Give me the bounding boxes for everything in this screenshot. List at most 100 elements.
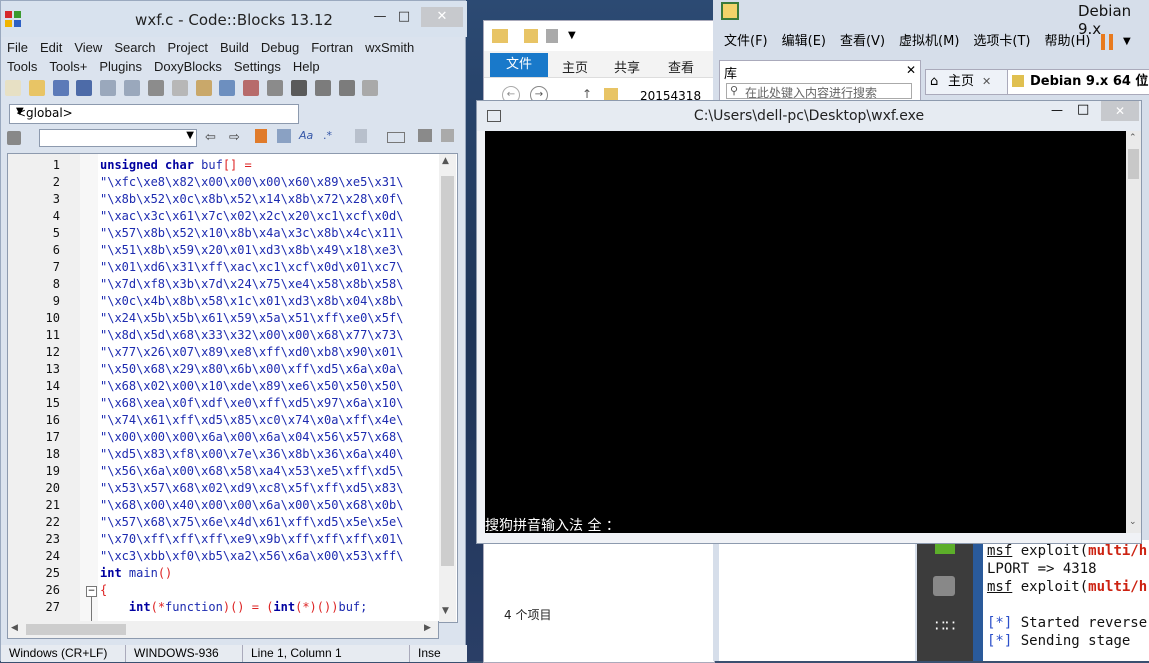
minimize-button[interactable]: — — [367, 7, 393, 27]
build-and-run-icon[interactable] — [314, 80, 331, 96]
envelope-icon[interactable] — [418, 129, 432, 142]
menu-debug[interactable]: Debug — [255, 38, 305, 57]
ribbon-file-tab[interactable]: 文件 — [490, 53, 548, 77]
save-icon[interactable] — [52, 80, 69, 96]
scroll-down-icon[interactable]: ⌄ — [1129, 517, 1137, 527]
menu-doxyblocks[interactable]: DoxyBlocks — [148, 57, 228, 76]
regex-icon[interactable]: .* — [323, 129, 332, 142]
maximize-button[interactable]: □ — [1077, 102, 1089, 117]
library-list — [719, 540, 915, 661]
vm-menu-tabs[interactable]: 选项卡(T) — [966, 32, 1037, 54]
maximize-button[interactable]: □ — [391, 7, 417, 27]
code-line: "\x01\xd6\x31\xff\xac\xc1\xcf\x0d\x01\xc… — [100, 260, 404, 274]
vm-menu-edit[interactable]: 编辑(E) — [775, 32, 833, 54]
code-editor[interactable]: − ▲ ▼ 1 2 3 4 5 6 7 8 9 10 11 12 13 14 15 16 17 18 19 20 21 2… — [7, 153, 458, 623]
save-all-icon[interactable] — [76, 80, 93, 96]
pause-icon[interactable] — [1101, 34, 1115, 50]
find-icon[interactable] — [219, 80, 236, 96]
library-close-icon[interactable]: ✕ — [906, 63, 916, 77]
rebuild-icon[interactable] — [338, 80, 355, 96]
guest-terminal[interactable]: msf exploit(multi/h LPORT => 4318 msf ex… — [983, 540, 1149, 661]
close-button[interactable]: ✕ — [1101, 101, 1139, 121]
library-search-input[interactable]: 在此处键入内容进行搜索 — [726, 83, 912, 100]
horizontal-scroll-thumb[interactable] — [26, 624, 126, 635]
menu-search[interactable]: Search — [108, 38, 161, 57]
match-case-icon[interactable]: Aa — [299, 129, 313, 142]
vm-menu-file[interactable]: 文件(F) — [717, 32, 775, 54]
redo-icon[interactable] — [124, 80, 141, 96]
highlight-icon[interactable] — [255, 129, 267, 143]
console-output[interactable]: 搜狗拼音输入法 全 ： — [485, 131, 1126, 534]
up-arrow-icon[interactable]: ↑ — [582, 87, 592, 101]
scope-combo[interactable]: <global> ▼ — [9, 104, 299, 124]
vm-menu-view[interactable]: 查看(V) — [833, 32, 892, 54]
scroll-left-icon[interactable]: ◀ — [11, 623, 18, 633]
abort-icon[interactable] — [362, 80, 379, 96]
quick-access-folder-icon[interactable] — [524, 29, 538, 43]
properties-icon[interactable] — [546, 29, 558, 43]
chevron-down-icon[interactable]: ▼ — [568, 30, 576, 41]
menu-tools-plus[interactable]: Tools+ — [43, 57, 93, 76]
menu-file[interactable]: File — [1, 38, 34, 57]
console-titlebar[interactable]: C:\Users\dell-pc\Desktop\wxf.exe — □ ✕ — [477, 101, 1141, 131]
clear-icon[interactable] — [7, 131, 21, 145]
vertical-scroll-thumb[interactable] — [441, 176, 454, 566]
vm-menu-vm[interactable]: 虚拟机(M) — [892, 32, 966, 54]
forward-arrow-icon[interactable]: ⇨ — [229, 130, 240, 145]
tab-close-icon[interactable]: ✕ — [982, 70, 991, 94]
back-arrow-icon[interactable]: ⇦ — [205, 130, 216, 145]
console-scroll-thumb[interactable] — [1128, 149, 1139, 179]
paste-icon[interactable] — [195, 80, 212, 96]
vm-menu-help[interactable]: 帮助(H) — [1038, 32, 1098, 54]
close-button[interactable]: ✕ — [421, 7, 463, 27]
menu-edit[interactable]: Edit — [34, 38, 68, 57]
menu-build[interactable]: Build — [214, 38, 255, 57]
copy-icon[interactable] — [171, 80, 188, 96]
menu-tools[interactable]: Tools — [1, 57, 43, 76]
cut-icon[interactable] — [147, 80, 164, 96]
chevron-down-icon[interactable]: ▼ — [1123, 36, 1131, 47]
code-line: "\x24\x5b\x5b\x61\x59\x5a\x51\xff\xe0\x5… — [100, 311, 404, 325]
ribbon-tab-share[interactable]: 共享 — [614, 57, 640, 76]
codeblocks-window: wxf.c - Code::Blocks 13.12 — □ ✕ File Ed… — [0, 0, 467, 662]
code-line: "\x68\x02\x00\x10\xde\x89\xe6\x50\x50\x5… — [100, 379, 404, 393]
line-number: 19 — [45, 464, 60, 478]
tab-home-label: 主页 — [948, 74, 975, 89]
replace-icon[interactable] — [243, 80, 260, 96]
minimize-button[interactable]: — — [1051, 103, 1063, 117]
tab-home[interactable]: ⌂ 主页 ✕ — [925, 69, 1011, 95]
tab-close-icon[interactable]: ✕ — [1139, 72, 1148, 85]
block-icon[interactable] — [387, 132, 405, 143]
ribbon-tab-view[interactable]: 查看 — [668, 57, 694, 76]
menu-settings[interactable]: Settings — [228, 57, 287, 76]
build-gear-icon[interactable] — [267, 80, 284, 96]
fold-toggle-icon[interactable]: − — [86, 586, 97, 597]
files-icon[interactable] — [933, 576, 955, 596]
menu-help[interactable]: Help — [287, 57, 326, 76]
app-grid-icon[interactable]: ∷∷ — [935, 616, 955, 635]
cursor-icon[interactable] — [355, 129, 367, 143]
menu-view[interactable]: View — [68, 38, 108, 57]
menu-fortran[interactable]: Fortran — [305, 38, 359, 57]
menu-wxsmith[interactable]: wxSmith — [359, 38, 420, 57]
select-icon[interactable] — [277, 129, 291, 143]
console-scrollbar[interactable]: ⌃ ⌄ — [1126, 131, 1141, 533]
ribbon-tab-home[interactable]: 主页 — [562, 57, 588, 76]
scroll-down-icon[interactable]: ▼ — [442, 606, 449, 616]
search-text-combo[interactable]: ▼ — [39, 129, 197, 147]
codeblocks-titlebar[interactable]: wxf.c - Code::Blocks 13.12 — □ ✕ — [1, 1, 467, 37]
horizontal-scrollbar[interactable]: ◀ ▶ — [7, 621, 439, 639]
menu-project[interactable]: Project — [162, 38, 214, 57]
scroll-right-icon[interactable]: ▶ — [424, 623, 431, 633]
edit-icon[interactable] — [441, 129, 454, 142]
new-file-icon[interactable] — [5, 80, 21, 96]
run-icon[interactable] — [290, 80, 307, 96]
undo-icon[interactable] — [100, 80, 117, 96]
scroll-up-icon[interactable]: ⌃ — [1129, 133, 1137, 143]
vertical-scrollbar[interactable]: ▲ ▼ — [439, 154, 456, 622]
tab-debian-vm[interactable]: Debian 9.x 64 位 — [1007, 69, 1149, 95]
menu-plugins[interactable]: Plugins — [93, 57, 148, 76]
open-file-icon[interactable] — [28, 80, 45, 96]
vm-guest-screen[interactable]: ∷∷ msf exploit(multi/h LPORT => 4318 msf… — [917, 540, 1149, 661]
scroll-up-icon[interactable]: ▲ — [442, 156, 449, 166]
